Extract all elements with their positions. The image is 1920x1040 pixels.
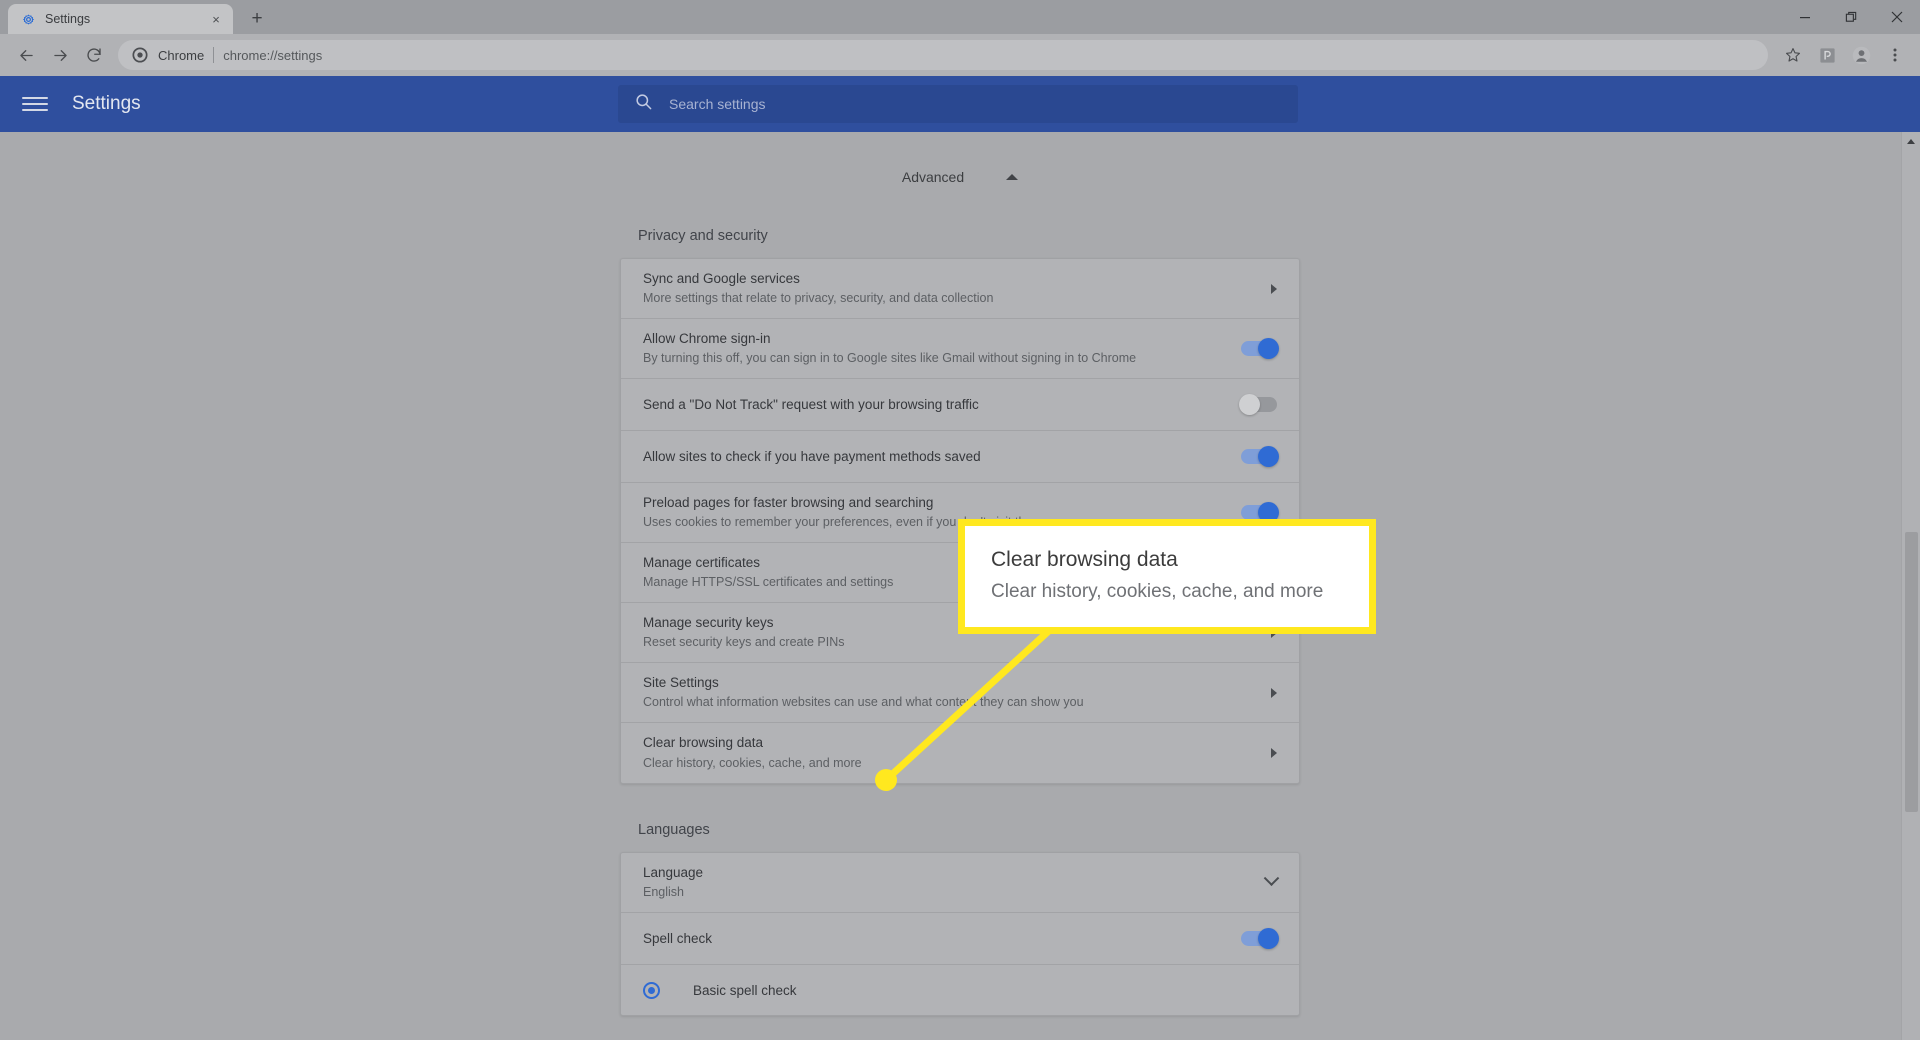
tab-close-icon[interactable]: × bbox=[207, 10, 225, 28]
row-subtitle: By turning this off, you can sign in to … bbox=[643, 351, 1137, 366]
languages-card: Language English Spell check Basic spell… bbox=[620, 852, 1300, 1016]
gear-icon bbox=[20, 11, 36, 27]
row-do-not-track[interactable]: Send a "Do Not Track" request with your … bbox=[621, 379, 1299, 431]
toolbar-actions bbox=[1778, 40, 1910, 70]
search-input[interactable] bbox=[669, 96, 1282, 112]
chevron-right-icon[interactable] bbox=[1271, 748, 1277, 758]
row-title: Spell check bbox=[643, 930, 713, 946]
row-subtitle: Control what information websites can us… bbox=[643, 695, 1084, 710]
row-title: Language bbox=[643, 864, 704, 880]
forward-arrow-icon[interactable] bbox=[44, 39, 76, 71]
omnibox-divider bbox=[213, 47, 215, 63]
row-clear-browsing-data[interactable]: Clear browsing data Clear history, cooki… bbox=[621, 723, 1299, 783]
row-site-settings[interactable]: Site Settings Control what information w… bbox=[621, 663, 1299, 723]
star-icon[interactable] bbox=[1778, 40, 1808, 70]
close-icon[interactable] bbox=[1874, 0, 1920, 34]
tab-strip: Settings × + bbox=[0, 0, 1920, 34]
avatar-icon[interactable] bbox=[1846, 40, 1876, 70]
row-title: Allow Chrome sign-in bbox=[643, 330, 771, 346]
row-title: Clear browsing data bbox=[643, 735, 764, 751]
row-spell-check[interactable]: Spell check bbox=[621, 913, 1299, 965]
advanced-label: Advanced bbox=[901, 169, 965, 185]
toggle-spell-check[interactable] bbox=[1241, 928, 1279, 949]
three-dot-menu-icon[interactable] bbox=[1880, 40, 1910, 70]
radio-selected-icon[interactable] bbox=[643, 981, 660, 999]
section-title-languages: Languages bbox=[638, 822, 710, 838]
toggle-preload-pages[interactable] bbox=[1241, 502, 1279, 523]
section-title-privacy: Privacy and security bbox=[638, 228, 768, 244]
browser-toolbar: Chrome chrome://settings bbox=[0, 34, 1920, 76]
annotation-callout: Clear browsing data Clear history, cooki… bbox=[958, 519, 1376, 634]
search-settings-box[interactable] bbox=[618, 85, 1298, 123]
maximize-icon[interactable] bbox=[1828, 0, 1874, 34]
new-tab-button[interactable]: + bbox=[243, 4, 271, 32]
reload-icon[interactable] bbox=[78, 39, 110, 71]
chevron-right-icon[interactable] bbox=[1271, 283, 1277, 294]
search-icon bbox=[634, 92, 653, 116]
omnibox-chip-label: Chrome bbox=[158, 47, 205, 63]
callout-subtitle: Clear history, cookies, cache, and more bbox=[991, 581, 1324, 603]
row-allow-chrome-sign-in[interactable]: Allow Chrome sign-in By turning this off… bbox=[621, 319, 1299, 379]
scrollbar-thumb[interactable] bbox=[1905, 532, 1918, 812]
address-bar[interactable]: Chrome chrome://settings bbox=[118, 40, 1768, 70]
row-title: Sync and Google services bbox=[643, 270, 800, 286]
row-title: Send a "Do Not Track" request with your … bbox=[643, 396, 979, 412]
browser-window: Settings × + Chrome chrome://settings Se… bbox=[0, 0, 1920, 1040]
toggle-payment-methods[interactable] bbox=[1241, 446, 1279, 467]
row-payment-methods[interactable]: Allow sites to check if you have payment… bbox=[621, 431, 1299, 483]
omnibox-url: chrome://settings bbox=[223, 47, 323, 63]
page-scrollbar[interactable] bbox=[1901, 132, 1920, 1040]
radio-basic-spell-check[interactable]: Basic spell check bbox=[621, 965, 1299, 1015]
chrome-logo-icon bbox=[132, 47, 149, 64]
tab-settings[interactable]: Settings × bbox=[8, 4, 233, 34]
toggle-do-not-track[interactable] bbox=[1239, 394, 1277, 415]
page-title: Settings bbox=[72, 93, 141, 114]
hamburger-menu-icon[interactable] bbox=[22, 91, 48, 117]
radio-label: Basic spell check bbox=[693, 982, 797, 998]
chevron-up-icon bbox=[1006, 174, 1019, 180]
chevron-right-icon[interactable] bbox=[1271, 687, 1277, 698]
row-subtitle: Reset security keys and create PINs bbox=[643, 635, 845, 650]
row-sync-and-google-services[interactable]: Sync and Google services More settings t… bbox=[621, 259, 1299, 319]
row-subtitle: English bbox=[643, 885, 684, 900]
row-language[interactable]: Language English bbox=[621, 853, 1299, 913]
row-title: Allow sites to check if you have payment… bbox=[643, 448, 981, 464]
tab-title: Settings bbox=[45, 12, 91, 26]
advanced-toggle[interactable]: Advanced bbox=[620, 154, 1300, 200]
extension-icon[interactable] bbox=[1812, 40, 1842, 70]
row-title: Preload pages for faster browsing and se… bbox=[643, 494, 934, 510]
callout-title: Clear browsing data bbox=[991, 548, 1178, 571]
minimize-icon[interactable] bbox=[1782, 0, 1828, 34]
settings-header: Settings bbox=[0, 76, 1920, 132]
row-subtitle: More settings that relate to privacy, se… bbox=[643, 291, 994, 306]
chevron-down-icon[interactable] bbox=[1263, 870, 1280, 887]
window-controls bbox=[1782, 0, 1920, 34]
row-title: Site Settings bbox=[643, 674, 719, 690]
back-arrow-icon[interactable] bbox=[10, 39, 42, 71]
scroll-up-arrow-icon[interactable] bbox=[1902, 132, 1920, 150]
toggle-allow-chrome-sign-in[interactable] bbox=[1241, 338, 1279, 359]
row-subtitle: Clear history, cookies, cache, and more bbox=[643, 755, 862, 770]
